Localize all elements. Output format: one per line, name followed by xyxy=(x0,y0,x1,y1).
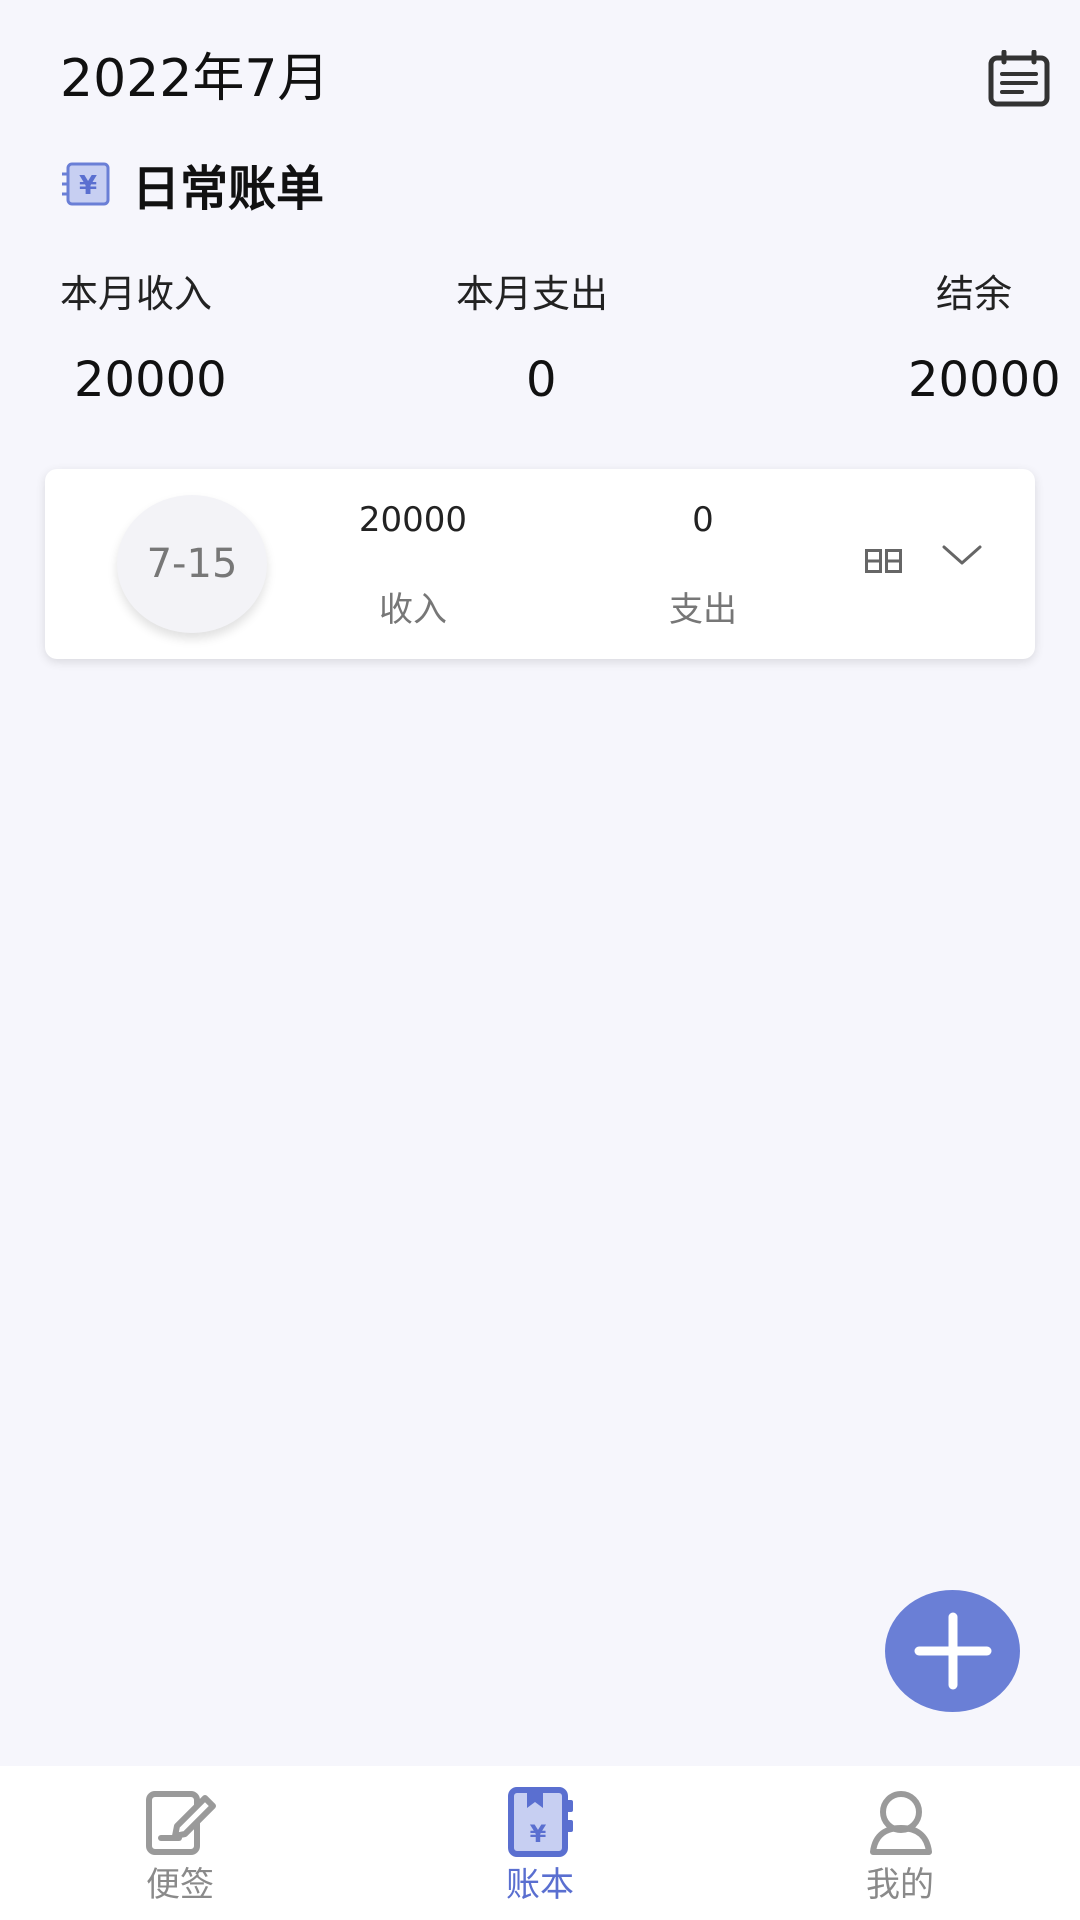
income-value: 20000 xyxy=(74,352,227,408)
add-record-button[interactable] xyxy=(885,1590,1020,1712)
record-date: 7-15 xyxy=(117,495,267,633)
chevron-down-icon[interactable] xyxy=(940,541,984,571)
calendar-icon[interactable] xyxy=(988,49,1050,108)
plus-icon xyxy=(914,1612,991,1690)
tab-profile[interactable]: 我的 xyxy=(800,1766,1000,1920)
detail-grid-icon[interactable] xyxy=(865,549,903,573)
record-income-label: 收入 xyxy=(379,590,447,630)
record-expense-label: 支出 xyxy=(669,590,737,630)
day-record-card[interactable]: 7-15 20000 收入 0 支出 xyxy=(45,469,1035,659)
header: 2022年7月 xyxy=(0,0,1080,160)
tab-ledger[interactable]: ¥ 账本 xyxy=(440,1766,640,1920)
ledger-selector[interactable]: ¥ 日常账单 xyxy=(60,152,325,217)
ledger-book-icon: ¥ xyxy=(508,1787,573,1857)
tab-notes-label: 便签 xyxy=(146,1865,214,1905)
tab-ledger-label: 账本 xyxy=(506,1865,574,1905)
user-icon xyxy=(870,1791,932,1855)
record-income-value: 20000 xyxy=(358,500,468,540)
bottom-tab-bar: 便签 ¥ 账本 我的 xyxy=(0,1766,1080,1920)
tab-profile-label: 我的 xyxy=(866,1865,934,1905)
balance-label: 结余 xyxy=(936,272,1013,316)
ledger-yuan-icon: ¥ xyxy=(62,162,110,206)
expense-label: 本月支出 xyxy=(456,272,609,316)
income-label: 本月收入 xyxy=(60,272,213,316)
record-expense-value: 0 xyxy=(692,500,714,540)
month-title[interactable]: 2022年7月 xyxy=(60,44,329,114)
svg-text:¥: ¥ xyxy=(530,1820,547,1848)
svg-text:¥: ¥ xyxy=(79,171,97,201)
expense-value: 0 xyxy=(526,352,557,408)
note-edit-icon xyxy=(146,1791,216,1855)
ledger-name: 日常账单 xyxy=(132,161,325,217)
balance-value: 20000 xyxy=(908,352,1061,408)
tab-notes[interactable]: 便签 xyxy=(80,1766,280,1920)
